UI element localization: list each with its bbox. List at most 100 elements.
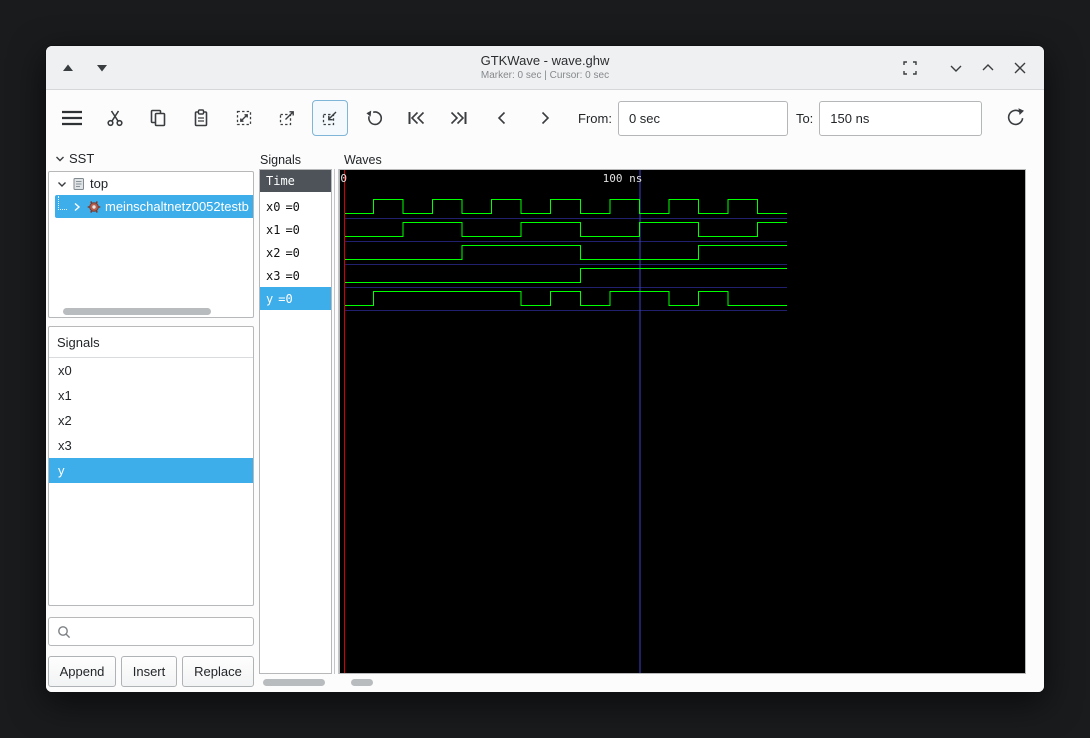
svg-text:0: 0 (340, 172, 347, 185)
menu-icon (59, 106, 85, 130)
names-panel: Time x0 =0 x1 =0 x2 =0 x3 =0 y =0 (259, 169, 332, 674)
scope-icon (72, 177, 86, 191)
sst-tree: top meinschaltnetz0052testb (48, 171, 254, 318)
skip-to-start-icon (405, 108, 427, 128)
maximize-button[interactable] (976, 56, 1000, 80)
zoom-in-icon (320, 108, 340, 128)
undo-button[interactable] (355, 100, 391, 136)
wave-row-value: =0 (285, 245, 300, 260)
minimize-button[interactable] (944, 56, 968, 80)
wave-row-name: y (266, 291, 274, 306)
signal-list-item-x2[interactable]: x2 (49, 408, 253, 433)
zoom-fit-icon (234, 108, 254, 128)
titlebar[interactable]: GTKWave - wave.ghw Marker: 0 sec | Curso… (46, 46, 1044, 90)
chevron-up-icon (977, 57, 999, 79)
tree-item-label: top (90, 176, 109, 191)
scrollbar-thumb[interactable] (351, 679, 373, 686)
from-input[interactable] (617, 100, 788, 136)
chevron-left-icon (492, 108, 512, 128)
zoom-in-button[interactable] (312, 100, 348, 136)
go-to-start-button[interactable] (398, 100, 434, 136)
close-button[interactable] (1008, 56, 1032, 80)
shift-left-button[interactable] (484, 100, 520, 136)
signal-list-item-x1[interactable]: x1 (49, 383, 253, 408)
window-title: GTKWave - wave.ghw (480, 52, 610, 68)
signal-list-item-y[interactable]: y (49, 458, 253, 483)
fullscreen-button[interactable] (898, 56, 922, 80)
pane-down-button[interactable] (90, 56, 114, 80)
triangle-up-icon (60, 60, 76, 76)
tree-connector-line (58, 195, 67, 210)
triangle-down-icon (94, 60, 110, 76)
signal-list-item-x3[interactable]: x3 (49, 433, 253, 458)
search-input[interactable] (77, 618, 253, 645)
wave-row-name: x3 (266, 268, 281, 283)
main-area: SST top meinschaltnetz0052testb Signals … (46, 146, 1044, 692)
paste-button[interactable] (183, 100, 219, 136)
wave-row-value: =0 (285, 222, 300, 237)
append-button[interactable]: Append (48, 656, 116, 687)
signal-search-list: Signals x0 x1 x2 x3 y (48, 326, 254, 606)
gtkwave-window: GTKWave - wave.ghw Marker: 0 sec | Curso… (45, 45, 1045, 693)
titlebar-right-controls (898, 46, 1032, 89)
signal-search-box[interactable] (48, 617, 254, 646)
scrollbar-thumb[interactable] (62, 308, 211, 315)
wave-canvas[interactable]: 0 100 ns (340, 170, 1025, 673)
shift-right-button[interactable] (527, 100, 563, 136)
toolbar: From: To: (46, 90, 1044, 146)
to-label: To: (795, 110, 814, 126)
wave-row-x2[interactable]: x2 =0 (260, 241, 331, 264)
to-input[interactable] (819, 100, 983, 136)
titlebar-left-controls (56, 46, 114, 89)
reload-icon (1005, 107, 1027, 129)
waves-panel[interactable]: 0 100 ns (339, 169, 1026, 674)
sst-label: SST (69, 151, 95, 166)
expander-down-icon[interactable] (56, 178, 68, 190)
tree-horizontal-scrollbar[interactable] (55, 308, 247, 315)
pane-up-button[interactable] (56, 56, 80, 80)
wave-row-x1[interactable]: x1 =0 (260, 218, 331, 241)
go-to-end-button[interactable] (441, 100, 477, 136)
close-icon (1009, 57, 1031, 79)
replace-button[interactable]: Replace (182, 656, 254, 687)
wave-row-name: x0 (266, 199, 281, 214)
wave-row-value: =0 (278, 291, 293, 306)
chevron-right-icon (535, 108, 555, 128)
menu-button[interactable] (54, 100, 90, 136)
tree-item-top[interactable]: top (49, 172, 253, 195)
chevron-down-icon (945, 57, 967, 79)
wave-row-y[interactable]: y =0 (260, 287, 331, 310)
waves-horizontal-scrollbar[interactable] (344, 679, 1024, 686)
sst-header[interactable]: SST (54, 151, 94, 166)
tree-item-testbench[interactable]: meinschaltnetz0052testb (55, 195, 253, 218)
copy-button[interactable] (140, 100, 176, 136)
svg-text:100 ns: 100 ns (603, 172, 643, 185)
copy-icon (148, 108, 168, 128)
names-horizontal-scrollbar[interactable] (261, 679, 330, 686)
time-header[interactable]: Time (260, 170, 331, 192)
entity-gear-icon (87, 200, 101, 214)
wave-row-x3[interactable]: x3 =0 (260, 264, 331, 287)
zoom-out-icon (277, 108, 297, 128)
zoom-fit-button[interactable] (226, 100, 262, 136)
wave-row-x0[interactable]: x0 =0 (260, 195, 331, 218)
wave-row-value: =0 (285, 268, 300, 283)
collapse-chevron-icon (54, 153, 66, 165)
search-icon (55, 623, 73, 641)
undo-icon (363, 108, 383, 128)
expander-right-icon[interactable] (71, 201, 83, 213)
titlebar-text: GTKWave - wave.ghw Marker: 0 sec | Curso… (481, 53, 610, 83)
signal-action-buttons: Append Insert Replace (48, 656, 254, 687)
insert-button[interactable]: Insert (121, 656, 177, 687)
zoom-out-button[interactable] (269, 100, 305, 136)
scrollbar-thumb[interactable] (263, 679, 325, 686)
tree-item-label: meinschaltnetz0052testb (105, 199, 249, 214)
scissors-icon (105, 108, 125, 128)
signal-list-item-x0[interactable]: x0 (49, 358, 253, 383)
fullscreen-icon (899, 57, 921, 79)
names-panel-title: Signals (260, 153, 301, 167)
cut-button[interactable] (97, 100, 133, 136)
skip-to-end-icon (448, 108, 470, 128)
from-label: From: (578, 110, 612, 126)
reload-button[interactable] (998, 100, 1034, 136)
